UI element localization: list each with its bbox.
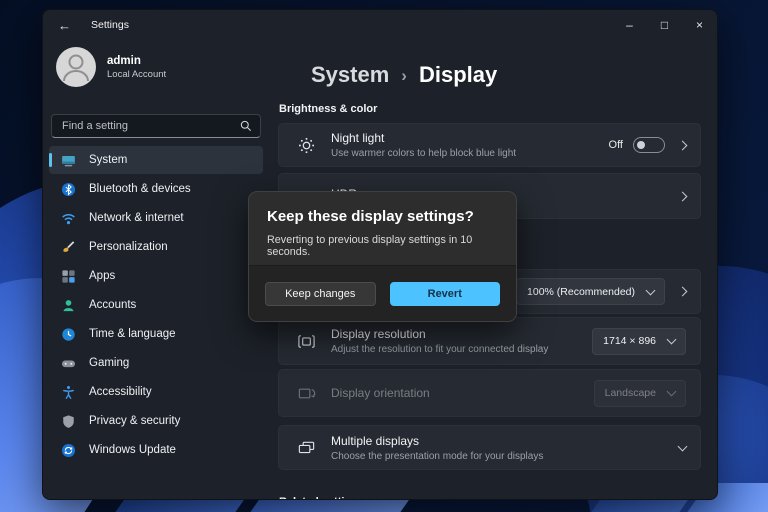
back-icon[interactable]: ← (58, 19, 71, 32)
multiple-displays-subtitle: Choose the presentation mode for your di… (331, 450, 544, 462)
display-resolution-subtitle: Adjust the resolution to fit your connec… (331, 344, 549, 355)
section-related-settings: Related settings (279, 496, 364, 499)
keep-changes-button[interactable]: Keep changes (265, 281, 376, 306)
minimize-button[interactable]: – (612, 10, 647, 40)
sidebar-item-accessibility[interactable]: Accessibility (49, 378, 263, 406)
display-orientation-title: Display orientation (331, 386, 430, 400)
chevron-down-icon (666, 386, 677, 397)
breadcrumb-separator-icon: › (401, 66, 407, 85)
windows-update-icon (60, 442, 76, 458)
avatar (56, 47, 96, 87)
search-input[interactable] (60, 119, 240, 133)
gaming-icon (60, 355, 76, 371)
sidebar-item-label: Windows Update (89, 444, 176, 456)
apps-icon (60, 268, 76, 284)
sidebar-item-system[interactable]: System (49, 146, 263, 174)
person-icon (63, 54, 89, 82)
sidebar-item-network[interactable]: Network & internet (49, 204, 263, 232)
orientation-dropdown: Landscape (593, 379, 686, 407)
scale-dropdown[interactable]: 100% (Recommended) (516, 278, 665, 305)
sidebar-item-label: Personalization (89, 241, 168, 253)
revert-button[interactable]: Revert (389, 281, 500, 306)
accessibility-icon (60, 384, 76, 400)
sidebar-item-label: Time & language (89, 328, 176, 340)
night-light-subtitle: Use warmer colors to help block blue lig… (331, 148, 517, 159)
night-light-toggle[interactable] (633, 137, 665, 153)
sidebar-nav: System Bluetooth & devices Network & int… (49, 146, 263, 464)
sidebar-item-label: Bluetooth & devices (89, 183, 191, 195)
dialog-title: Keep these display settings? (267, 208, 474, 225)
orientation-value: Landscape (604, 387, 656, 399)
night-light-state: Off (608, 139, 623, 151)
night-light-icon (296, 135, 316, 155)
close-button[interactable]: × (682, 10, 717, 40)
display-resolution-title: Display resolution (331, 327, 426, 341)
sidebar: admin Local Account System (43, 40, 269, 499)
multiple-displays-row[interactable]: Multiple displays Choose the presentatio… (278, 425, 701, 470)
sidebar-item-accounts[interactable]: Accounts (49, 291, 263, 319)
sidebar-item-label: Gaming (89, 357, 130, 369)
chevron-down-icon (666, 334, 677, 345)
sidebar-item-personalization[interactable]: Personalization (49, 233, 263, 261)
search-box[interactable] (51, 114, 261, 138)
display-orientation-row: Display orientation Landscape (278, 369, 701, 417)
page-title: Display (418, 62, 498, 87)
breadcrumb-system[interactable]: System (311, 62, 389, 88)
maximize-button[interactable]: □ (647, 10, 682, 40)
section-brightness-color: Brightness & color (279, 103, 378, 115)
chevron-down-icon (677, 441, 688, 451)
search-icon (240, 120, 252, 132)
multiple-displays-title: Multiple displays (331, 433, 420, 448)
bluetooth-icon (60, 181, 76, 197)
resolution-dropdown[interactable]: 1714 × 896 (592, 327, 686, 355)
sidebar-item-label: Privacy & security (89, 415, 181, 427)
chevron-right-icon (677, 140, 688, 150)
resolution-value: 1714 × 896 (603, 335, 656, 347)
keep-display-settings-dialog: Keep these display settings? Reverting t… (248, 191, 517, 322)
dialog-message: Reverting to previous display settings i… (267, 234, 473, 258)
night-light-row[interactable]: Night light Use warmer colors to help bl… (278, 123, 701, 167)
sidebar-item-label: Network & internet (89, 212, 184, 224)
window-title: Settings (91, 19, 129, 31)
scale-value: 100% (Recommended) (527, 285, 635, 298)
accounts-icon (60, 297, 76, 313)
account-type: Local Account (107, 68, 167, 80)
sidebar-item-label: System (89, 154, 128, 166)
chevron-right-icon (677, 286, 688, 297)
system-icon (60, 152, 76, 168)
time-language-icon (60, 326, 76, 342)
account-card[interactable]: admin Local Account (56, 47, 263, 87)
sidebar-item-label: Apps (89, 270, 116, 282)
network-icon (60, 210, 76, 226)
chevron-down-icon (645, 285, 656, 295)
display-resolution-row[interactable]: Display resolution Adjust the resolution… (278, 317, 701, 365)
sidebar-item-privacy[interactable]: Privacy & security (49, 407, 263, 435)
desktop: ← Settings – □ × admin Local Account Fin… (0, 0, 768, 512)
night-light-title: Night light (331, 131, 385, 145)
multiple-displays-icon (296, 438, 316, 458)
titlebar: ← Settings – □ × (43, 10, 717, 40)
sidebar-item-time-language[interactable]: Time & language (49, 320, 263, 348)
sidebar-item-apps[interactable]: Apps (49, 262, 263, 290)
toggle-knob (637, 140, 645, 149)
sidebar-item-windows-update[interactable]: Windows Update (49, 436, 263, 464)
sidebar-item-label: Accessibility (89, 386, 152, 398)
sidebar-item-label: Accounts (89, 299, 137, 311)
display-orientation-icon (296, 383, 316, 403)
sidebar-item-gaming[interactable]: Gaming (49, 349, 263, 377)
sidebar-item-bluetooth[interactable]: Bluetooth & devices (49, 175, 263, 203)
privacy-icon (60, 413, 76, 429)
personalization-icon (60, 239, 76, 255)
breadcrumb: System › Display (311, 62, 497, 88)
account-name: admin (107, 54, 141, 67)
dialog-footer: Keep changes Revert (249, 265, 516, 321)
selected-indicator (49, 153, 52, 167)
display-resolution-icon (296, 331, 316, 351)
window-controls: – □ × (612, 10, 717, 40)
